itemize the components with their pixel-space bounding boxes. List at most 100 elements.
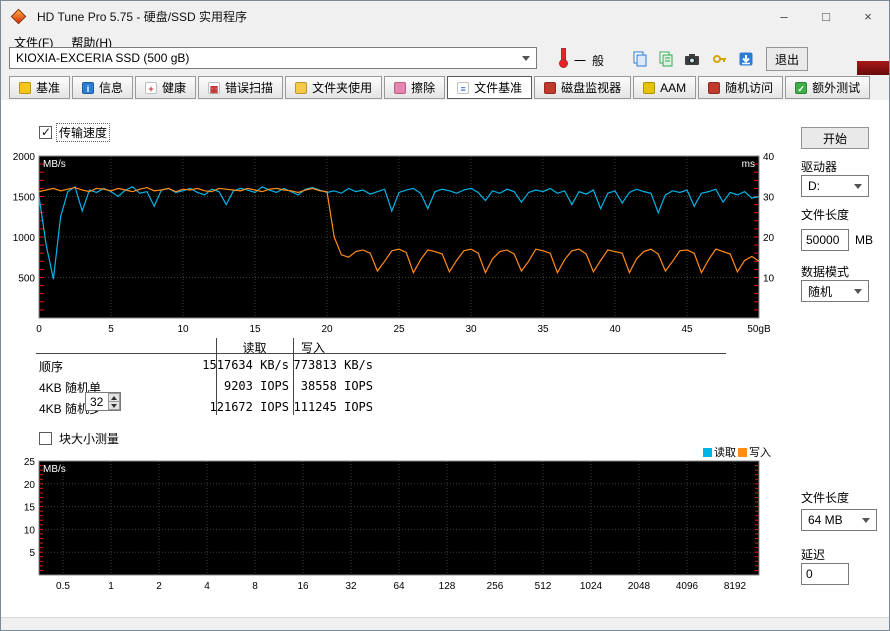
folder-icon — [295, 81, 308, 94]
block-size-checkbox[interactable] — [39, 432, 52, 445]
copy-text-icon — [659, 51, 673, 67]
file-length-input[interactable] — [801, 229, 849, 251]
tab-aam[interactable]: AAM — [633, 76, 697, 99]
tab-label: 错误扫描 — [225, 81, 274, 95]
random-access-icon — [708, 81, 721, 94]
tab-info[interactable]: i 信息 — [72, 76, 134, 99]
transfer-speed-checkbox[interactable] — [39, 125, 52, 139]
svg-text:20: 20 — [763, 233, 775, 244]
results-row-label: 顺序 — [39, 360, 64, 374]
transfer-chart: 500 1000 1500 2000 10 20 30 40 0 5 10 15 20 25 30 35 40 4… — [9, 146, 791, 342]
tab-label: 基准 — [36, 81, 61, 95]
tab-health[interactable]: + 健康 — [135, 76, 197, 99]
svg-text:ms: ms — [742, 159, 755, 170]
chevron-down-icon — [862, 518, 870, 523]
tab-extra-tests[interactable]: ✓ 额外测试 — [785, 76, 871, 99]
tab-disk-monitor[interactable]: 磁盘监视器 — [534, 76, 632, 99]
exit-button[interactable]: 退出 — [766, 47, 808, 71]
svg-text:8: 8 — [252, 581, 258, 592]
close-button[interactable]: × — [847, 1, 889, 31]
svg-text:20: 20 — [321, 324, 333, 335]
svg-text:10: 10 — [763, 274, 775, 285]
results-write-value: 111245 IOPS — [293, 400, 373, 414]
tab-folder-usage[interactable]: 文件夹使用 — [285, 76, 383, 99]
tab-label: AAM — [660, 80, 687, 95]
svg-text:15: 15 — [249, 324, 261, 335]
key-icon — [713, 55, 726, 63]
update-download-button[interactable] — [733, 47, 759, 71]
svg-text:4096: 4096 — [676, 581, 699, 592]
svg-text:10: 10 — [24, 525, 36, 536]
tab-label: 文件夹使用 — [312, 81, 373, 95]
svg-text:1024: 1024 — [580, 581, 603, 592]
app-icon — [10, 8, 27, 24]
latency-input[interactable] — [801, 563, 849, 585]
minimize-button[interactable]: – — [763, 1, 805, 31]
scan-grid-icon: ▦ — [208, 81, 221, 94]
svg-text:20: 20 — [24, 480, 36, 491]
tab-label: 文件基准 — [474, 81, 523, 95]
tab-label: 磁盘监视器 — [561, 81, 622, 95]
red-indicator — [857, 61, 889, 75]
file-length-label: 文件长度 — [801, 208, 850, 222]
svg-text:2: 2 — [156, 581, 162, 592]
svg-text:0.5: 0.5 — [56, 581, 70, 592]
svg-text:45: 45 — [681, 324, 693, 335]
block-file-length-value: 64 MB — [808, 513, 843, 527]
chevron-down-icon — [522, 56, 530, 61]
tab-error-scan[interactable]: ▦ 错误扫描 — [198, 76, 284, 99]
block-file-length-label: 文件长度 — [801, 491, 850, 505]
tab-benchmark[interactable]: 基准 — [9, 76, 71, 99]
svg-text:4: 4 — [204, 581, 210, 592]
tab-erase[interactable]: 擦除 — [384, 76, 446, 99]
data-mode-select[interactable]: 随机 — [801, 280, 869, 302]
svg-text:512: 512 — [535, 581, 552, 592]
title-bar: HD Tune Pro 5.75 - 硬盘/SSD 实用程序 – □ × — [1, 1, 889, 31]
svg-text:64: 64 — [393, 581, 405, 592]
chevron-down-icon — [854, 184, 862, 189]
results-write-value: 773813 KB/s — [293, 358, 373, 372]
copy-icon — [633, 51, 647, 67]
drive-select[interactable]: D: — [801, 175, 869, 197]
tab-label: 随机访问 — [725, 81, 774, 95]
svg-text:256: 256 — [487, 581, 504, 592]
spinner-down-button[interactable] — [108, 401, 120, 410]
svg-text:1500: 1500 — [13, 193, 36, 204]
tab-random-access[interactable]: 随机访问 — [698, 76, 784, 99]
download-icon — [739, 52, 753, 66]
health-cross-icon: + — [145, 81, 158, 94]
start-button[interactable]: 开始 — [801, 127, 869, 149]
thermometer-icon — [558, 48, 568, 68]
queue-depth-value: 32 — [90, 395, 104, 409]
svg-text:5: 5 — [108, 324, 114, 335]
results-write-value: 38558 IOPS — [300, 379, 373, 393]
transfer-speed-checkbox-row: 传输速度 — [39, 123, 111, 142]
svg-text:30: 30 — [763, 193, 775, 204]
svg-text:1000: 1000 — [13, 233, 36, 244]
camera-icon — [685, 54, 699, 65]
results-read-value: 121672 IOPS — [209, 400, 289, 414]
copy-screenshot-button[interactable] — [627, 47, 653, 71]
drive-combobox-value: KIOXIA-EXCERIA SSD (500 gB) — [16, 51, 190, 65]
svg-text:30: 30 — [465, 324, 477, 335]
screenshot-button[interactable] — [679, 47, 705, 71]
tab-file-benchmark[interactable]: ≡ 文件基准 — [447, 76, 533, 99]
data-mode-label: 数据模式 — [801, 265, 850, 279]
block-size-checkbox-label[interactable]: 块大小测量 — [57, 430, 121, 447]
copy-text-button[interactable] — [653, 47, 679, 71]
block-file-length-select[interactable]: 64 MB — [801, 509, 877, 531]
drive-combobox[interactable]: KIOXIA-EXCERIA SSD (500 gB) — [9, 47, 537, 69]
save-button[interactable] — [707, 47, 733, 71]
svg-text:35: 35 — [537, 324, 549, 335]
svg-text:128: 128 — [439, 581, 456, 592]
latency-label: 延迟 — [801, 548, 826, 562]
results-read-value: 1517634 KB/s — [202, 358, 289, 372]
maximize-button[interactable]: □ — [805, 1, 847, 31]
svg-text:10: 10 — [177, 324, 189, 335]
queue-depth-spinner[interactable]: 32 — [85, 392, 121, 411]
tab-label: 信息 — [99, 81, 124, 95]
transfer-speed-checkbox-label[interactable]: 传输速度 — [55, 123, 111, 142]
svg-text:16: 16 — [297, 581, 309, 592]
results-read-value: 9203 IOPS — [223, 379, 289, 393]
svg-text:500: 500 — [18, 274, 35, 285]
